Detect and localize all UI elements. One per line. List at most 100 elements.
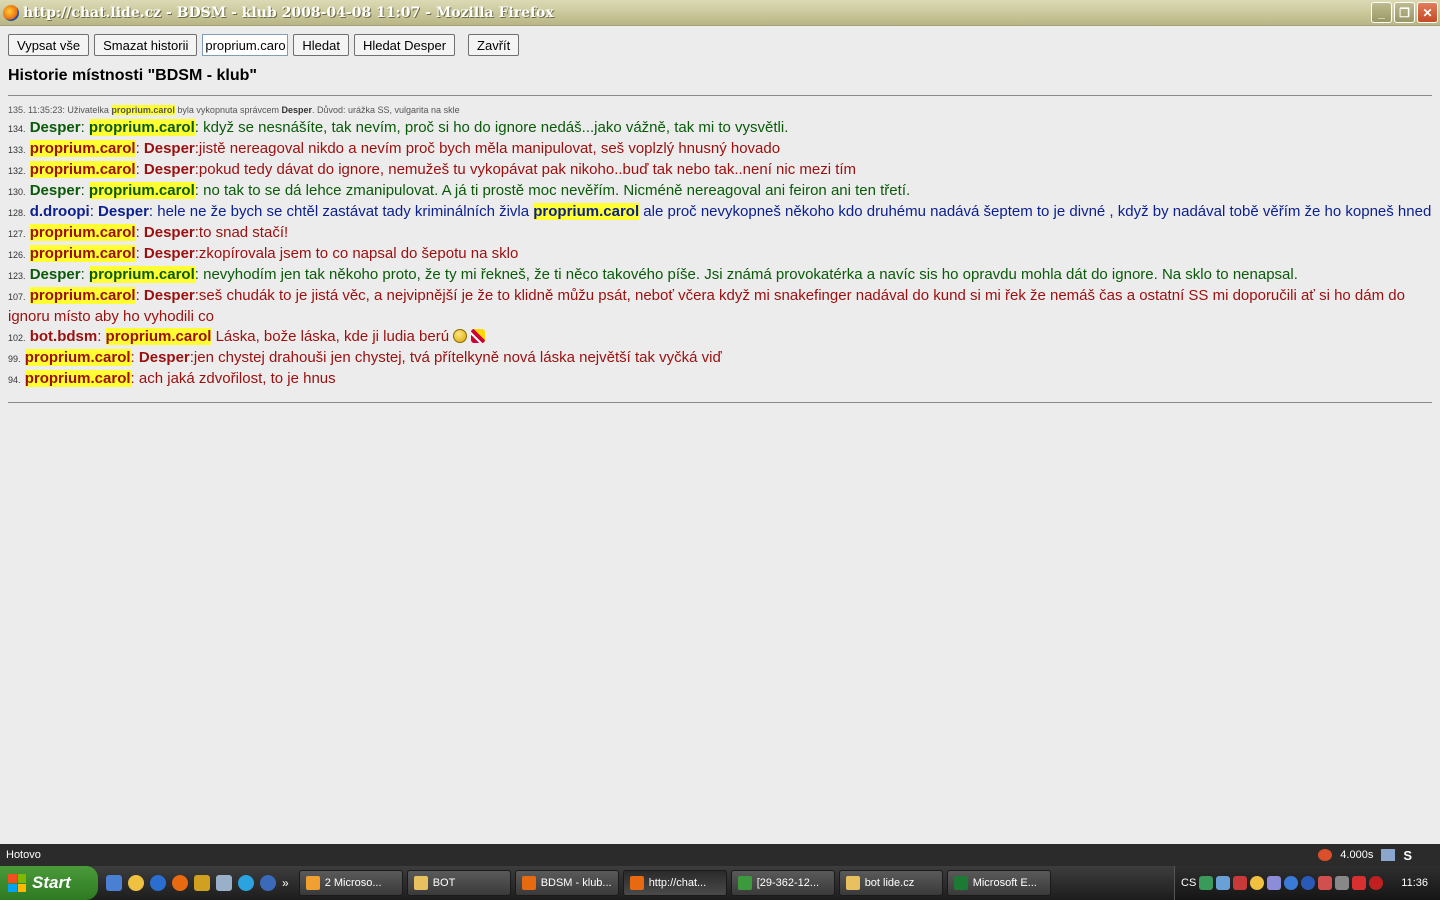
kicked-user[interactable]: proprium.carol [111,105,175,115]
smiley-icon [453,329,468,343]
mentioned-user[interactable]: proprium.carol [533,203,640,220]
search-input[interactable] [202,34,289,56]
language-indicator[interactable]: CS [1181,877,1196,889]
recipient-name[interactable]: Desper [144,140,195,157]
sender-name[interactable]: proprium.carol [24,370,131,387]
taskbar-button[interactable]: bot lide.cz [838,870,943,896]
skype-icon[interactable] [238,875,254,891]
chat-history: 135. 11:35:23: Uživatelka proprium.carol… [8,104,1432,390]
list-all-button[interactable]: Vypsat vše [8,34,90,56]
tray-icon-6[interactable] [1284,876,1299,890]
quick-launch-more[interactable]: » [282,876,289,890]
task-label: Microsoft E... [972,877,1037,889]
tray-icon-3[interactable] [1233,876,1248,890]
notepad-icon[interactable] [216,875,232,891]
sender-name[interactable]: proprium.carol [29,245,136,262]
window-controls: _ ❐ ✕ [1371,2,1438,23]
admin-user[interactable]: Desper [281,105,312,115]
history-toolbar: Vypsat vše Smazat historii Hledat Hledat… [8,34,524,56]
firefox-quick-icon[interactable] [172,875,188,891]
network-icon[interactable] [1381,849,1396,861]
sender-name[interactable]: Desper [30,119,81,136]
message-text: : ach jaká zdvořilost, to je hnus [130,370,336,387]
media-player-icon[interactable] [260,875,276,891]
recipient-name[interactable]: proprium.carol [88,119,195,136]
firefox-icon [3,4,19,21]
taskbar: Start » 2 Microso... BOT BDSM - klub... htt… [0,866,1440,900]
sender-name[interactable]: proprium.carol [24,349,131,366]
recipient-name[interactable]: proprium.carol [105,328,212,345]
message-number: 107. [8,292,26,302]
recipient-name[interactable]: Desper [144,224,195,241]
tray-icon-4[interactable] [1250,876,1265,890]
recipient-name[interactable]: proprium.carol [88,266,195,283]
recipient-name[interactable]: Desper [144,287,195,304]
message-text-continued: ale proč nevykopneš někoho kdo druhému n… [639,203,1432,220]
taskbar-button[interactable]: BDSM - klub... [514,870,619,896]
clear-history-button[interactable]: Smazat historii [94,34,198,56]
task-label: 2 Microso... [324,877,382,889]
recipient-name[interactable]: Desper [98,203,149,220]
close-window-button[interactable]: ✕ [1417,2,1438,23]
ie-icon[interactable] [150,875,166,891]
minimize-button[interactable]: _ [1371,2,1392,23]
sender-name[interactable]: proprium.carol [29,224,136,241]
task-label: [29-362-12... [756,877,820,889]
clock[interactable]: 11:36 [1401,877,1428,889]
page-content: Vypsat vše Smazat historii Hledat Hledat… [0,26,1440,844]
message-text: : hele ne že bych se chtěl zastávat tady… [148,203,534,220]
tray-icon-9[interactable] [1335,876,1350,890]
antivirus-icon[interactable] [1369,876,1384,890]
taskbar-button[interactable]: BOT [406,870,511,896]
message-number: 123. [8,271,26,281]
sender-name[interactable]: d.droopi [30,203,90,220]
s-extension-icon[interactable]: S [1403,848,1412,863]
search-button[interactable]: Hledat [293,34,349,56]
message-list: 134. Desper: proprium.carol: když se nes… [8,118,1432,390]
close-button[interactable]: Zavřít [468,34,520,56]
system-message: 135. 11:35:23: Uživatelka proprium.carol… [8,105,460,115]
divider-bottom [8,402,1432,403]
sender-name[interactable]: proprium.carol [29,161,136,178]
sender-name[interactable]: proprium.carol [29,140,136,157]
tray-icon-5[interactable] [1267,876,1282,890]
task-label: bot lide.cz [864,877,915,889]
taskbar-button[interactable]: 2 Microso... [298,870,403,896]
recipient-name[interactable]: proprium.carol [88,182,195,199]
resize-grip-icon[interactable] [1420,849,1430,861]
tool-icon[interactable] [194,875,210,891]
sender-name[interactable]: Desper [30,266,81,283]
desktop-icon[interactable] [106,875,122,891]
taskbar-button[interactable]: http://chat... [622,870,727,896]
recipient-name[interactable]: Desper [144,161,195,178]
quick-launch: » [98,875,297,891]
tray-icon-8[interactable] [1318,876,1333,890]
message-text: :jen chystej drahouši jen chystej, tvá p… [189,349,722,366]
message-text: :pokud tedy dávat do ignore, nemužeš tu … [194,161,857,178]
status-bar: Hotovo 4.000s S [0,844,1440,866]
sender-name[interactable]: bot.bdsm [30,328,98,345]
recipient-name[interactable]: Desper [144,245,195,262]
messenger-icon[interactable] [128,875,144,891]
message-text: :zkopírovala jsem to co napsal do šepotu… [194,245,519,262]
message-line: 94. proprium.carol: ach jaká zdvořilost,… [8,369,1432,390]
window-titlebar[interactable]: http://chat.lide.cz - BDSM - klub 2008-0… [0,0,1440,26]
taskbar-button[interactable]: [29-362-12... [730,870,835,896]
taskbar-button[interactable]: Microsoft E... [946,870,1051,896]
message-number: 130. [8,187,26,197]
recipient-name[interactable]: Desper [139,349,190,366]
tray-icon-7[interactable] [1301,876,1316,890]
sender-name[interactable]: proprium.carol [29,287,136,304]
tray-icon-1[interactable] [1199,876,1214,890]
tray-icon-10[interactable] [1352,876,1367,890]
sender-name[interactable]: Desper [30,182,81,199]
tray-icon-2[interactable] [1216,876,1231,890]
maximize-button[interactable]: ❐ [1394,2,1415,23]
status-text: Hotovo [6,849,41,861]
message-line: 130. Desper: proprium.carol: no tak to s… [8,182,911,199]
search-user-button[interactable]: Hledat Desper [353,34,456,56]
start-button[interactable]: Start [0,866,98,900]
message-number: 133. [8,145,26,155]
task-app-icon [305,876,320,890]
message-number: 134. [8,124,26,134]
